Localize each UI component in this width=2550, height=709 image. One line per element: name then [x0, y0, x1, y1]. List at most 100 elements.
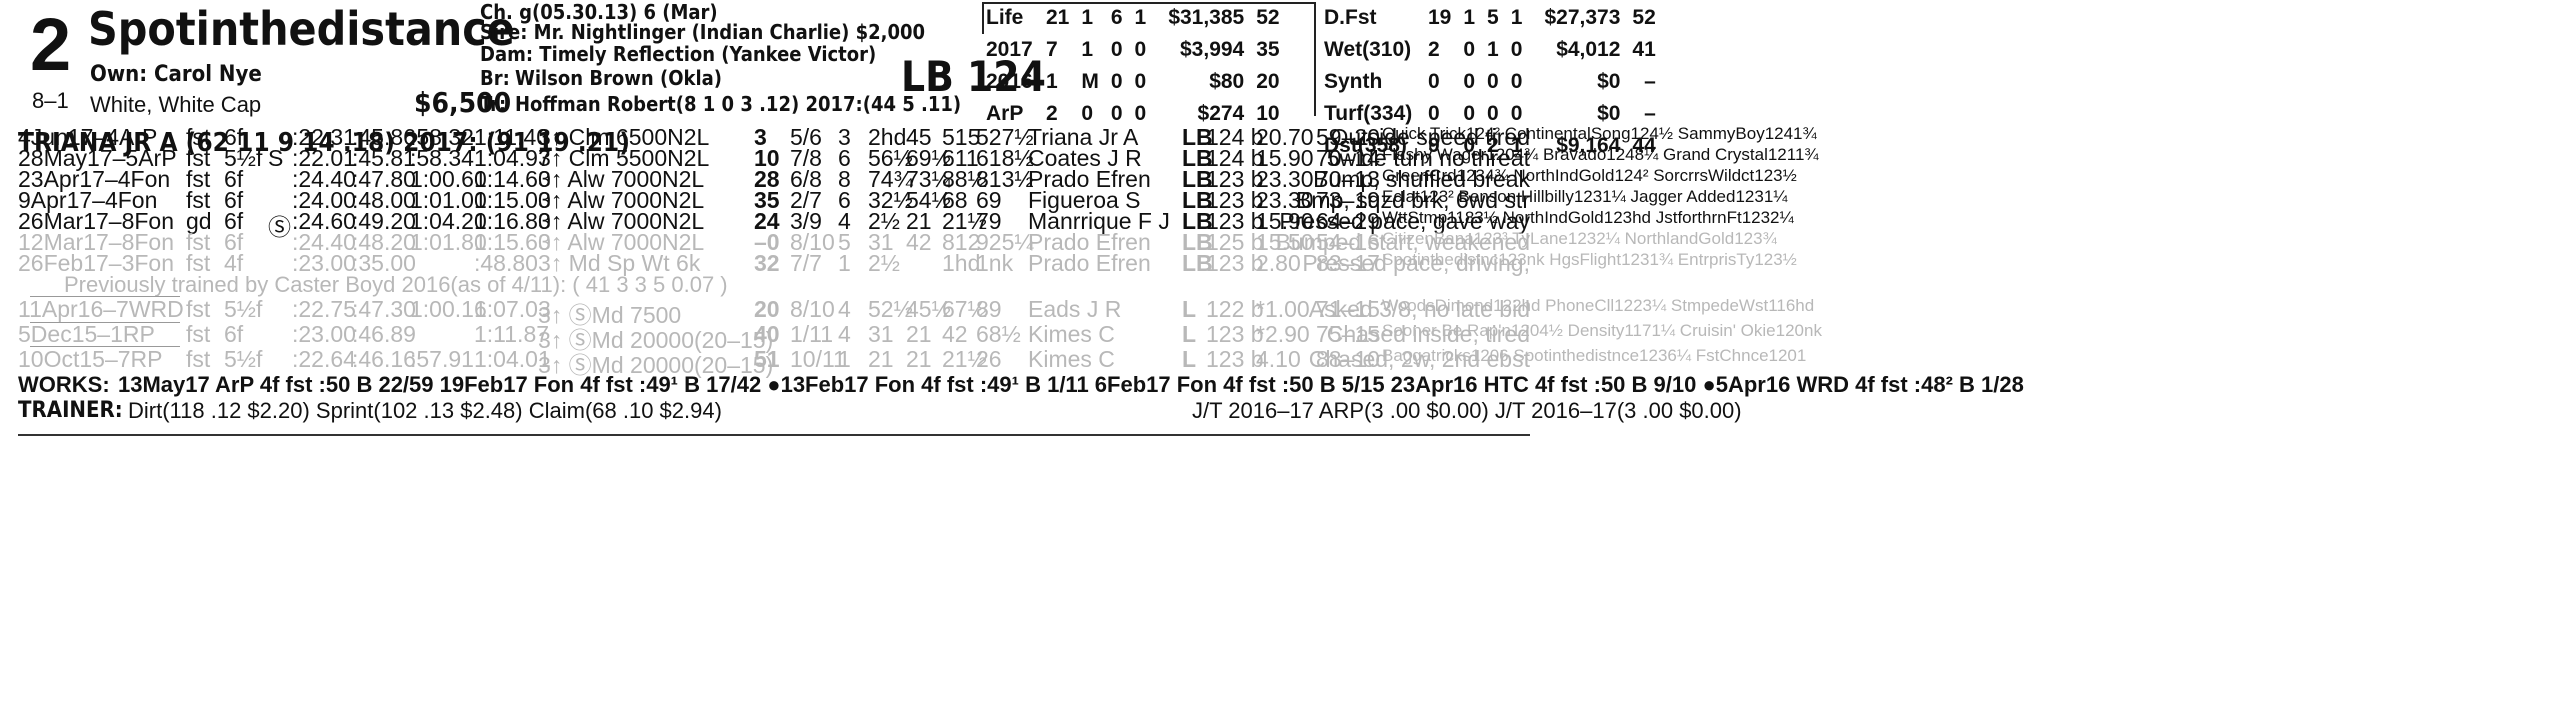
pp-fraction-2: :46.16 — [352, 346, 416, 372]
pp-call-1: 21 — [868, 346, 894, 372]
pp-distance: 5½f — [224, 346, 263, 372]
pp-comment: Chased inside, tired — [1326, 321, 1530, 347]
bottom-rule — [18, 434, 1530, 436]
pp-jockey: Eads J R — [1028, 296, 1122, 322]
record-right-cell: 0 — [1510, 38, 1523, 61]
record-right-cell: 0 — [1463, 38, 1476, 61]
pp-start: 4 — [838, 321, 851, 347]
pp-medication: L — [1182, 346, 1197, 372]
record-right-cell: Wet(310) — [1324, 38, 1412, 61]
record-left-cell: 0 — [1134, 70, 1147, 93]
pp-jockey: Kimes C — [1028, 346, 1115, 372]
record-right-cell: 2 — [1428, 38, 1440, 61]
record-right-row: Synth 0 0 0 0 $0– — [1318, 66, 1662, 98]
pp-medication: L — [1182, 321, 1197, 347]
record-right-row: D.Fst 19 1 5 1 $27,373 52 — [1318, 2, 1662, 34]
breeder: Wilson Brown (Okla) — [515, 66, 722, 90]
pp-comment: Asked 3/8, no late bid — [1308, 296, 1530, 322]
horse-name: Spotinthedistance — [88, 2, 515, 56]
record-right-cell: $4,012 — [1556, 38, 1621, 61]
breeder-label: Br: — [480, 66, 510, 90]
record-box-border — [982, 2, 1316, 34]
pp-date: 10Oct15–7RP — [18, 346, 163, 372]
record-left-cell: 0 — [1110, 38, 1123, 61]
record-right-cell: $27,373 — [1544, 6, 1621, 29]
record-right-cell: 0 — [1487, 70, 1499, 93]
pp-fraction-2: :46.89 — [352, 321, 416, 347]
pp-finish: 26 — [976, 346, 1002, 372]
pp-condition: fst — [186, 321, 211, 347]
sire: Sire: Mr. Nightlinger (Indian Charlie) $… — [480, 20, 926, 44]
post-position: 2 — [30, 3, 72, 86]
pp-stretch: 1hd — [942, 250, 981, 276]
pp-weight: 123 b — [1206, 250, 1264, 276]
pp-weight: 123 b — [1206, 346, 1264, 372]
pp-fraction-2: :47.30 — [352, 296, 416, 322]
pp-post: 7/7 — [790, 250, 822, 276]
record-left-cell: 7 — [1046, 38, 1058, 61]
record-left-row: 2017 7 1 0 0 $3,994 35 — [980, 34, 1286, 66]
pp-speed-figure: 20 — [754, 296, 780, 322]
pp-finish: 68½ — [976, 321, 1021, 347]
pp-comment: Pressed pace, driving, — [1302, 250, 1530, 276]
record-right-cell: 41 — [1632, 38, 1656, 61]
pp-fraction-1: :22.64 — [292, 346, 356, 372]
pp-weight: 123 b — [1206, 321, 1264, 347]
trainer-label: Tr: — [480, 92, 507, 116]
record-right-row: Wet(310) 2 0 1 0 $4,012 41 — [1318, 34, 1662, 66]
record-left-cell: $80 — [1209, 70, 1245, 93]
pp-start: 1 — [838, 250, 851, 276]
pp-weight: 122 b — [1206, 296, 1264, 322]
morning-line-odds: 8–1 — [32, 88, 69, 113]
pp-fraction-3: :57.91 — [410, 346, 474, 372]
record-left-cell: 20 — [1256, 70, 1280, 93]
pp-medication: L — [1182, 296, 1197, 322]
pp-stretch: 42 — [942, 321, 968, 347]
pp-odds: 4.10 — [1256, 346, 1301, 372]
jockey-trainer-stats: J/T 2016–17 ARP(3 .00 $0.00) J/T 2016–17… — [1192, 398, 1742, 423]
trainer-stats-text: Dirt(118 .12 $2.20) Sprint(102 .13 $2.48… — [128, 398, 722, 423]
trainer-stats-label: TRAINER: — [18, 398, 123, 423]
pp-start: 1 — [838, 346, 851, 372]
record-left-cell: 2017 — [986, 38, 1033, 61]
pp-call-2: 21 — [906, 321, 932, 347]
record-left-cell: M — [1081, 70, 1099, 93]
pp-odds: *2.90 — [1256, 321, 1310, 347]
works-label: WORKS: — [18, 372, 110, 397]
record-right-cell: 1 — [1487, 38, 1499, 61]
record-left-cell: 0 — [1110, 70, 1123, 93]
pp-condition: fst — [186, 296, 211, 322]
pp-distance: 6f — [224, 321, 244, 347]
separator-line — [30, 296, 180, 297]
silks: White, White Cap — [90, 92, 262, 117]
record-left-cell: 0 — [1134, 38, 1147, 61]
pp-odds: 2.80 — [1256, 250, 1301, 276]
pp-call-1: 2½ — [868, 250, 900, 276]
record-left-cell: 2016 — [986, 70, 1033, 93]
separator-line — [30, 322, 180, 323]
pp-date: 5Dec15–1RP — [18, 321, 155, 347]
pp-jockey: Prado Efren — [1028, 250, 1151, 276]
record-right-cell: 1 — [1463, 6, 1476, 29]
record-right-cell: 5 — [1487, 6, 1499, 29]
record-right-cell: 19 — [1428, 6, 1452, 29]
record-right-cell: 52 — [1632, 6, 1656, 29]
pp-finish: 89 — [976, 296, 1002, 322]
pp-row: 10Oct15–7RP fst 5½f:22.64:46.16:57.91 1:04.… — [0, 346, 2550, 378]
record-right-cell: 0 — [1463, 70, 1476, 93]
record-right-cell: D.Fst — [1324, 6, 1377, 29]
pp-condition: fst — [186, 346, 211, 372]
owner: Own: Carol Nye — [90, 62, 262, 87]
pp-call-1: 31 — [868, 321, 894, 347]
record-right-cell: 0 — [1428, 70, 1440, 93]
record-left-cell: 1 — [1046, 70, 1058, 93]
pp-start: 4 — [838, 296, 851, 322]
record-right-cell: 0 — [1510, 70, 1523, 93]
pp-call-2: 21 — [906, 346, 932, 372]
pp-fraction-1: :23.00 — [292, 321, 356, 347]
record-box-divider — [1314, 2, 1316, 116]
record-right-cell: – — [1644, 70, 1656, 93]
pp-speed-figure: 51 — [754, 346, 780, 372]
record-right-cell: 1 — [1510, 6, 1523, 29]
pp-fraction-1: :22.75 — [292, 296, 356, 322]
